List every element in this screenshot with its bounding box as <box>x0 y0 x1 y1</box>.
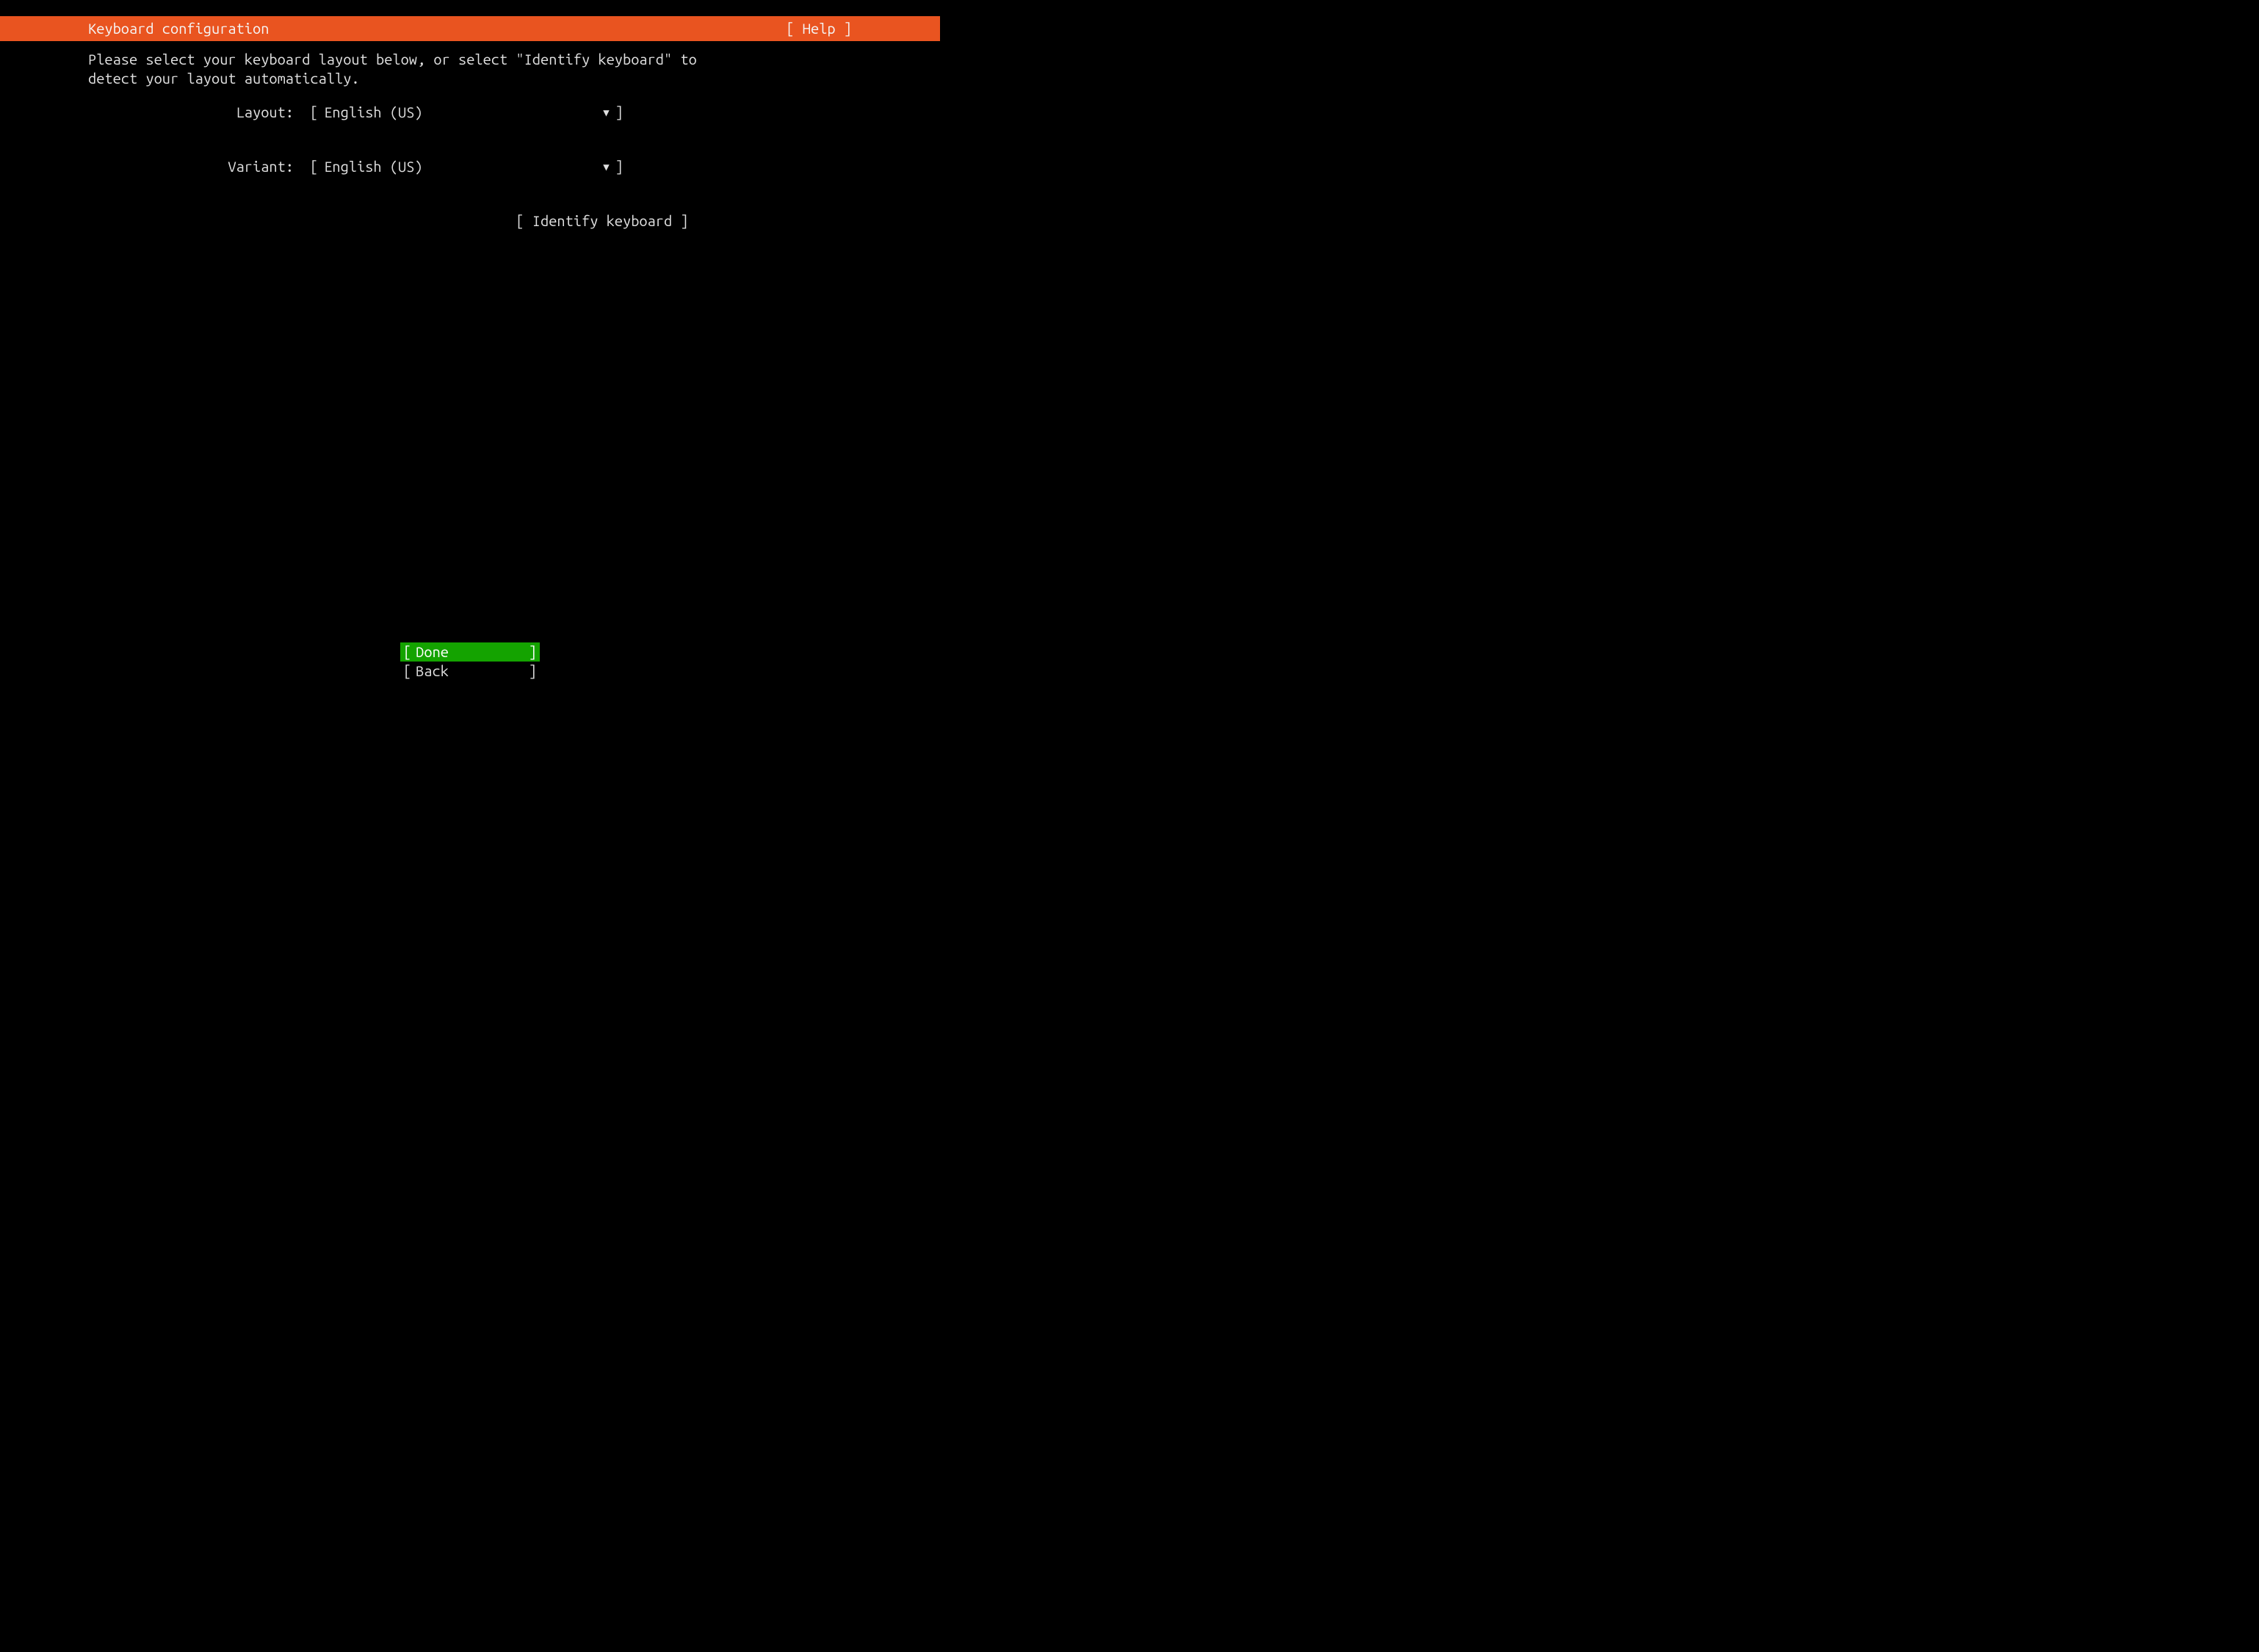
bracket-open: [ <box>310 157 318 176</box>
bracket-close: ] <box>529 662 537 681</box>
back-button[interactable]: [ Back ] <box>400 662 540 681</box>
layout-value: English (US) <box>324 103 603 122</box>
footer-buttons: [ Done ] [ Back ] <box>0 642 940 681</box>
identify-keyboard-button[interactable]: [ Identify keyboard ] <box>516 211 688 231</box>
done-button[interactable]: [ Done ] <box>400 642 540 662</box>
identify-row: [ Identify keyboard ] <box>213 211 852 231</box>
back-label: Back <box>411 662 529 681</box>
chevron-down-icon: ▼ <box>603 157 609 176</box>
bracket-close: ] <box>615 103 624 122</box>
chevron-down-icon: ▼ <box>603 103 609 122</box>
form-area: Layout: [ English (US) ▼ ] Variant: [ En… <box>88 103 852 231</box>
bracket-open: [ <box>310 103 318 122</box>
help-button[interactable]: [ Help ] <box>786 19 852 38</box>
installer-screen: Keyboard configuration [ Help ] Please s… <box>0 0 940 688</box>
done-label: Done <box>411 642 529 662</box>
content-area: Please select your keyboard layout below… <box>0 41 940 688</box>
variant-value: English (US) <box>324 157 603 176</box>
layout-label: Layout: <box>213 103 294 122</box>
layout-select[interactable]: [ English (US) ▼ ] <box>310 103 624 122</box>
instructions-text: Please select your keyboard layout below… <box>88 50 852 88</box>
variant-label: Variant: <box>213 157 294 176</box>
page-title: Keyboard configuration <box>88 19 269 38</box>
bracket-close: ] <box>615 157 624 176</box>
layout-row: Layout: [ English (US) ▼ ] <box>213 103 852 122</box>
bracket-open: [ <box>403 662 411 681</box>
bracket-close: ] <box>529 642 537 662</box>
header-bar: Keyboard configuration [ Help ] <box>0 16 940 41</box>
variant-select[interactable]: [ English (US) ▼ ] <box>310 157 624 176</box>
variant-row: Variant: [ English (US) ▼ ] <box>213 157 852 176</box>
bracket-open: [ <box>403 642 411 662</box>
